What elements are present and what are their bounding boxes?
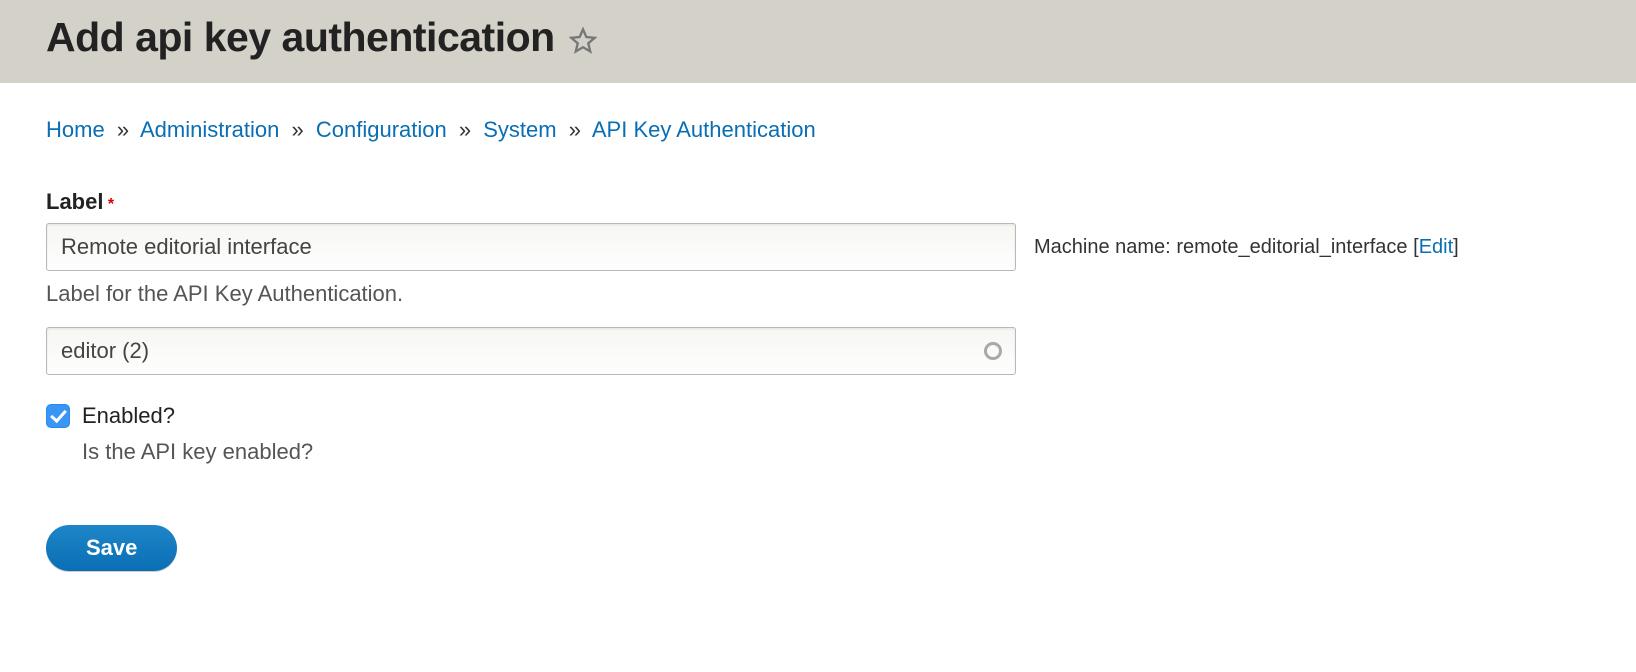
form-item-label: Label * Machine name: remote_editorial_i… [46, 189, 1590, 307]
breadcrumb-home[interactable]: Home [46, 117, 105, 142]
page-title: Add api key authentication [46, 14, 555, 61]
star-icon[interactable] [569, 27, 597, 55]
breadcrumb-configuration[interactable]: Configuration [316, 117, 447, 142]
label-input-row: Machine name: remote_editorial_interface… [46, 223, 1590, 271]
save-button[interactable]: Save [46, 525, 177, 571]
breadcrumb-administration[interactable]: Administration [140, 117, 279, 142]
form-item-user [46, 327, 1590, 375]
label-heading-row: Label * [46, 189, 1590, 223]
label-input[interactable] [46, 223, 1016, 271]
enabled-label: Enabled? [82, 403, 175, 429]
breadcrumb-system[interactable]: System [483, 117, 556, 142]
user-autocomplete-input[interactable] [46, 327, 1016, 375]
machine-name-value: remote_editorial_interface [1176, 236, 1407, 258]
required-marker: * [108, 196, 114, 213]
content-region: Home » Administration » Configuration » … [0, 83, 1636, 605]
user-field-wrap [46, 327, 1016, 375]
label-field-label: Label [46, 189, 103, 215]
bracket-close: ] [1453, 236, 1459, 258]
breadcrumb-separator: » [291, 117, 303, 142]
page-header: Add api key authentication [0, 0, 1636, 83]
label-field-description: Label for the API Key Authentication. [46, 281, 1590, 307]
page-title-row: Add api key authentication [46, 14, 1590, 61]
enabled-checkbox[interactable] [46, 404, 70, 428]
machine-name-suffix: Machine name: remote_editorial_interface… [1034, 236, 1459, 259]
breadcrumb: Home » Administration » Configuration » … [46, 117, 1590, 143]
breadcrumb-separator: » [569, 117, 581, 142]
breadcrumb-api-key-authentication[interactable]: API Key Authentication [592, 117, 816, 142]
form-item-enabled: Enabled? Is the API key enabled? [46, 403, 1590, 465]
breadcrumb-separator: » [459, 117, 471, 142]
breadcrumb-separator: » [117, 117, 129, 142]
enabled-description: Is the API key enabled? [82, 439, 1590, 465]
machine-name-prefix: Machine name: [1034, 236, 1171, 258]
enabled-checkbox-row: Enabled? [46, 403, 1590, 429]
machine-name-edit-link[interactable]: Edit [1419, 236, 1453, 258]
